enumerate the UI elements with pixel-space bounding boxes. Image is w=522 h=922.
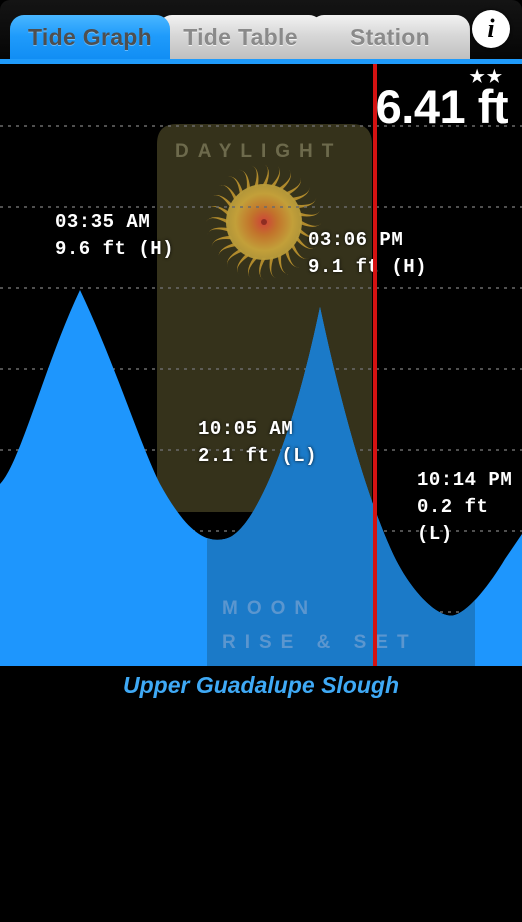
- station-name-label[interactable]: Upper Guadalupe Slough: [0, 672, 522, 699]
- tab-station[interactable]: Station: [310, 15, 470, 62]
- tab-tide-table[interactable]: Tide Table: [158, 15, 323, 62]
- info-icon-glyph: i: [487, 14, 495, 43]
- current-time-indicator-line: [373, 64, 377, 666]
- bottom-control-bar: Upper Guadalupe Slough ‹ Tue, Jan 15: [0, 666, 522, 922]
- tide-graph-canvas[interactable]: DAYLIGHT MOON RISE & SET 03:35 AM 9.6 ft…: [0, 64, 522, 666]
- info-icon[interactable]: i: [472, 10, 510, 48]
- tab-tide-table-label: Tide Table: [183, 24, 298, 50]
- tide-app-window: Station Tide Table Tide Graph i DAYLIGHT…: [0, 0, 522, 922]
- tab-bar: Station Tide Table Tide Graph i: [0, 0, 522, 64]
- tab-bar-underline: [0, 59, 522, 64]
- tab-tide-graph[interactable]: Tide Graph: [10, 15, 170, 62]
- tab-station-label: Station: [349, 24, 431, 50]
- tide-curve-chart: [0, 124, 522, 666]
- tab-tide-graph-label: Tide Graph: [28, 24, 152, 50]
